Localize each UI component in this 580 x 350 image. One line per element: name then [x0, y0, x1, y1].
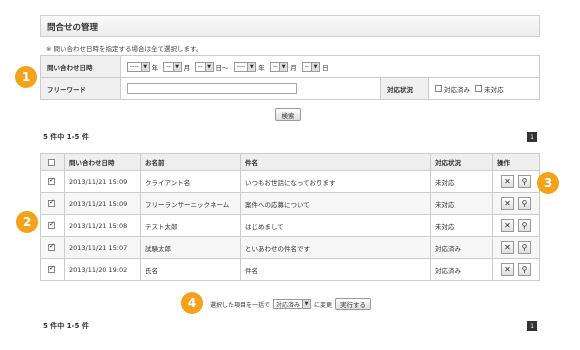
to-day-select[interactable]: -- ▼ — [301, 61, 321, 72]
col-subject: 件名 — [240, 153, 431, 171]
freeword-input[interactable] — [127, 83, 297, 94]
callout-badge-1: 1 — [15, 66, 37, 88]
status-label: 対応状況 — [380, 77, 429, 100]
col-status: 対応状況 — [430, 153, 493, 171]
chevron-down-icon: ▼ — [204, 62, 213, 71]
close-icon[interactable]: ✕ — [501, 175, 514, 188]
row-name: テスト太郎 — [140, 214, 241, 237]
table-row: 2013/11/21 15:09 クライアント名 いつもお世話になっております … — [40, 170, 540, 193]
date-note: ※ 問い合わせ日時を指定する場合は全て選択します。 — [46, 45, 203, 53]
to-year-select[interactable]: ---- ▼ — [233, 61, 257, 72]
table-header-row: 問い合わせ日時 お名前 件名 対応状況 操作 — [40, 153, 540, 171]
row-date: 2013/11/21 15:07 — [64, 236, 141, 259]
search-icon[interactable]: ⚲ — [518, 241, 531, 254]
row-subject: はじめまして — [240, 214, 431, 237]
chevron-down-icon: ▼ — [140, 62, 149, 71]
close-icon[interactable]: ✕ — [501, 263, 514, 276]
row-checkbox[interactable] — [48, 198, 55, 207]
chevron-down-icon: ▼ — [279, 62, 288, 71]
row-checkbox[interactable] — [48, 242, 55, 251]
row-status: 未対応 — [430, 170, 493, 193]
row-name: 氏名 — [140, 258, 241, 281]
bulk-status-select[interactable]: 対応済み ▼ — [273, 299, 312, 309]
close-icon[interactable]: ✕ — [501, 197, 514, 210]
row-date: 2013/11/21 15:09 — [64, 192, 141, 215]
to-month-select[interactable]: -- ▼ — [269, 61, 289, 72]
row-date: 2013/11/20 19:02 — [64, 258, 141, 281]
callout-badge-3: 3 — [537, 172, 559, 194]
search-icon[interactable]: ⚲ — [518, 197, 531, 210]
search-icon[interactable]: ⚲ — [518, 175, 531, 188]
bulk-action-bar: 選択した項目を一括で 対応済み ▼ に変更 実行する — [210, 298, 374, 310]
row-status: 対応済み — [430, 258, 493, 281]
row-status: 対応済み — [430, 236, 493, 259]
close-icon[interactable]: ✕ — [501, 219, 514, 232]
row-name: クライアント名 — [140, 170, 241, 193]
execute-button[interactable]: 実行する — [335, 298, 372, 310]
select-all-checkbox[interactable] — [48, 158, 55, 166]
result-count-top: 5 件中 1-5 件 — [43, 133, 89, 141]
row-name: 試験太郎 — [140, 236, 241, 259]
status-pending-checkbox[interactable] — [475, 85, 483, 92]
bulk-suffix: に変更 — [314, 301, 333, 309]
close-icon[interactable]: ✕ — [501, 241, 514, 254]
row-date: 2013/11/21 15:09 — [64, 170, 141, 193]
row-date: 2013/11/21 15:08 — [64, 214, 141, 237]
date-label: 問い合わせ日時 — [40, 55, 121, 78]
col-actions: 操作 — [492, 153, 540, 171]
row-status: 未対応 — [430, 214, 493, 237]
row-status: 未対応 — [430, 192, 493, 215]
table-row: 2013/11/21 15:07 試験太郎 といあわせの件名です 対応済み ✕ ⚲ — [40, 236, 540, 259]
page-1-button-top[interactable]: 1 — [527, 132, 537, 142]
row-subject: といあわせの件名です — [240, 236, 431, 259]
table-row: 2013/11/21 15:08 テスト太郎 はじめまして 未対応 ✕ ⚲ — [40, 214, 540, 237]
bulk-prefix: 選択した項目を一括で — [210, 301, 271, 309]
chevron-down-icon: ▼ — [311, 62, 320, 71]
page-title: 問合せの管理 — [47, 23, 99, 33]
col-name: お名前 — [140, 153, 241, 171]
filter-form: 問い合わせ日時 ---- ▼ 年 -- ▼ 月 -- ▼ 日～ ---- ▼ 年 -- ▼ 月 --… — [40, 55, 540, 100]
chevron-down-icon: ▼ — [302, 300, 311, 308]
from-year-select[interactable]: ---- ▼ — [127, 61, 150, 72]
row-subject: いつもお世話になっております — [240, 170, 431, 193]
table-row: 2013/11/21 15:09 フリーランサーニックネーム 案件への応募につい… — [40, 192, 540, 215]
result-count-bottom: 5 件中 1-5 件 — [43, 322, 89, 330]
row-checkbox[interactable] — [48, 264, 55, 273]
row-checkbox[interactable] — [48, 220, 55, 229]
table-row: 2013/11/20 19:02 氏名 件名 対応済み ✕ ⚲ — [40, 258, 540, 281]
row-checkbox[interactable] — [48, 176, 55, 185]
chevron-down-icon: ▼ — [172, 62, 181, 71]
callout-badge-2: 2 — [16, 211, 38, 233]
status-done-checkbox[interactable] — [435, 85, 442, 92]
chevron-down-icon: ▼ — [247, 62, 256, 71]
search-icon[interactable]: ⚲ — [518, 263, 531, 276]
search-icon[interactable]: ⚲ — [518, 219, 531, 232]
inquiry-table: 問い合わせ日時 お名前 件名 対応状況 操作 2013/11/21 15:09 … — [40, 153, 540, 281]
date-range: ---- ▼ 年 -- ▼ 月 -- ▼ 日～ ---- ▼ 年 -- ▼ 月 -- ▼ 日 — [120, 55, 540, 78]
row-name: フリーランサーニックネーム — [140, 192, 241, 215]
callout-badge-4: 4 — [181, 292, 203, 314]
row-subject: 件名 — [240, 258, 431, 281]
col-date: 問い合わせ日時 — [64, 153, 141, 171]
row-subject: 案件への応募について — [240, 192, 431, 215]
freeword-label: フリーワード — [40, 77, 121, 100]
search-button[interactable]: 検索 — [275, 108, 301, 121]
page-1-button-bottom[interactable]: 1 — [527, 321, 537, 331]
page-header: 問合せの管理 — [40, 15, 540, 37]
from-month-select[interactable]: -- ▼ — [163, 61, 182, 72]
from-day-select[interactable]: -- ▼ — [195, 61, 214, 72]
